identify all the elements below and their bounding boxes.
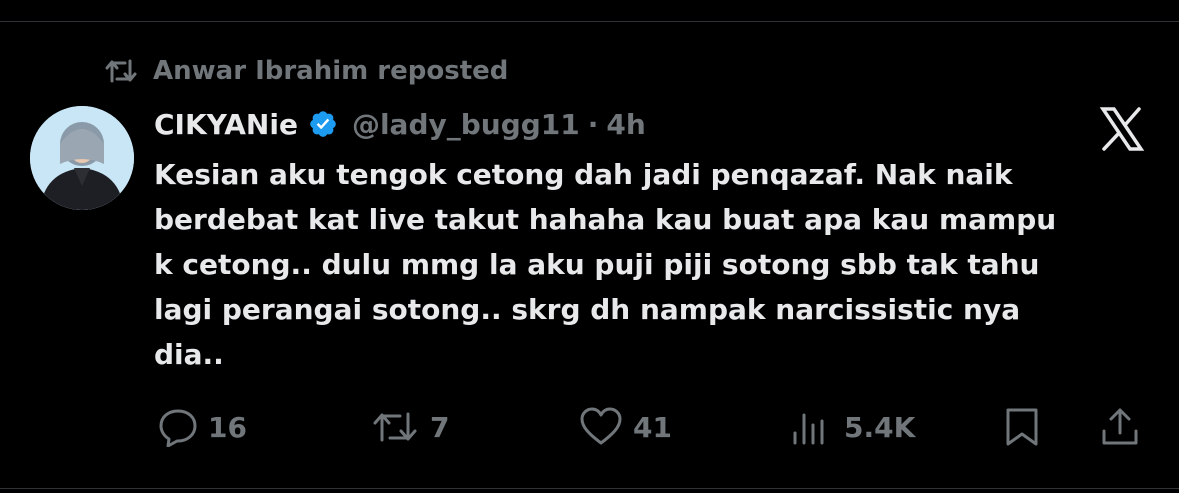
like-count: 41	[633, 410, 672, 444]
separator-dot: ·	[587, 107, 599, 141]
share-icon	[1102, 408, 1138, 445]
views-count: 5.4K	[844, 410, 916, 444]
timestamp[interactable]: 4h	[606, 108, 645, 141]
bookmark-icon	[1006, 408, 1038, 446]
tweet-header: CIKYANie @lady_bugg11 · 4h	[154, 104, 646, 144]
reply-count: 16	[208, 410, 247, 444]
action-bar: 16 7 41 5.4K	[0, 405, 1179, 449]
repost-button[interactable]: 7	[370, 405, 449, 449]
verified-badge-icon	[310, 111, 336, 137]
repost-icon	[105, 59, 137, 83]
user-handle[interactable]: @lady_bugg11	[352, 108, 580, 141]
heart-icon	[580, 407, 622, 445]
tweet-text: Kesian aku tengok cetong dah jadi penqaz…	[154, 158, 1057, 371]
views-button[interactable]: 5.4K	[790, 405, 915, 449]
top-divider	[0, 21, 1179, 22]
x-logo-icon	[1099, 107, 1145, 151]
bottom-divider	[0, 488, 1179, 489]
bookmark-button[interactable]	[1002, 405, 1042, 449]
reply-icon	[159, 409, 197, 447]
views-icon	[793, 413, 824, 445]
avatar[interactable]	[30, 106, 134, 210]
like-button[interactable]: 41	[579, 405, 672, 449]
repost-text: Anwar Ibrahim reposted	[153, 56, 509, 86]
repost-icon	[373, 412, 417, 442]
display-name[interactable]: CIKYANie	[154, 108, 298, 141]
avatar-image	[30, 106, 134, 210]
repost-context[interactable]: Anwar Ibrahim reposted	[103, 55, 508, 87]
share-button[interactable]	[1100, 405, 1140, 449]
repost-count: 7	[430, 410, 450, 444]
reply-button[interactable]: 16	[158, 405, 247, 449]
